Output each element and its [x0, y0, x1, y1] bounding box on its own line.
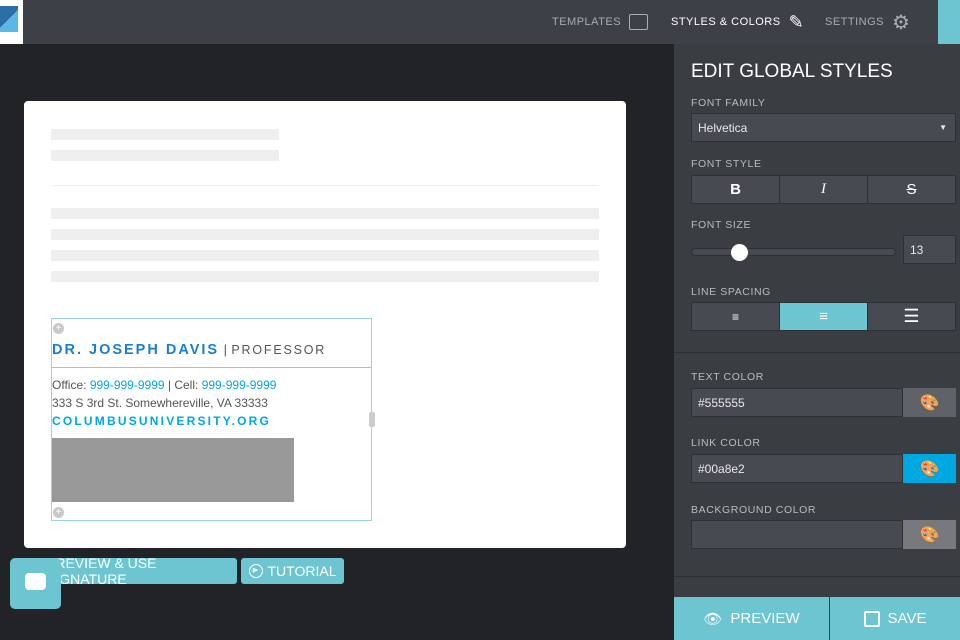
line-spacing-wide[interactable]: ☰	[868, 303, 955, 330]
signature-block[interactable]: + DR. JOSEPH DAVIS | PROFESSOR Office: 9…	[51, 318, 375, 521]
background-color-picker-button[interactable]: 🎨	[903, 520, 956, 549]
link-color-label: LINK COLOR	[691, 437, 761, 449]
button-label: PREVIEW & USE SIGNATURE	[46, 555, 157, 587]
save-icon	[863, 610, 880, 627]
signature-title: PROFESSOR	[231, 343, 327, 357]
italic-button[interactable]: I	[780, 176, 868, 203]
nav-label: TEMPLATES	[552, 16, 622, 28]
line-spacing-tight[interactable]: ≡	[692, 303, 780, 330]
tutorial-button[interactable]: ▶ TUTORIAL	[241, 558, 344, 584]
link-color-input[interactable]: #00a8e2	[691, 454, 903, 483]
nav-templates[interactable]: TEMPLATES	[552, 0, 649, 44]
panel-title: EDIT GLOBAL STYLES	[691, 61, 893, 82]
font-family-label: FONT FAMILY	[691, 97, 766, 109]
background-color-label: BACKGROUND COLOR	[691, 504, 817, 516]
save-button[interactable]: SAVE	[830, 597, 960, 640]
gear-icon: ⚙	[892, 11, 911, 34]
signature-header: DR. JOSEPH DAVIS | PROFESSOR	[52, 341, 326, 359]
select-value: Helvetica	[698, 120, 748, 135]
button-label: PREVIEW	[730, 610, 800, 627]
bold-button[interactable]: B	[692, 176, 780, 203]
pencil-ruler-icon: ✎	[788, 11, 805, 32]
preview-use-signature-button[interactable]: PREVIEW & USE SIGNATURE	[46, 555, 237, 587]
cell-label: | Cell:	[167, 378, 199, 392]
signature-name: DR. JOSEPH DAVIS	[52, 342, 220, 358]
menu-button[interactable]	[938, 0, 960, 44]
palette-icon: 🎨	[919, 394, 940, 412]
line-spacing-group: ≡ ≡ ☰	[691, 302, 956, 331]
text-color-picker-button[interactable]: 🎨	[903, 388, 956, 417]
play-icon: ▶	[248, 564, 263, 578]
palette-icon: 🎨	[919, 526, 940, 544]
address: 333 S 3rd St. Somewhereville, VA 33333	[52, 396, 268, 410]
link-color-value: #00a8e2	[698, 461, 745, 476]
resize-handle[interactable]	[369, 412, 375, 427]
slider-thumb[interactable]	[731, 244, 748, 261]
separator: |	[223, 342, 227, 357]
logo[interactable]	[0, 0, 23, 44]
line-spacing-medium[interactable]: ≡	[780, 303, 868, 330]
font-style-label: FONT STYLE	[691, 158, 762, 170]
add-row-icon[interactable]: +	[53, 507, 64, 518]
office-phone-link[interactable]: 999-999-9999	[90, 378, 165, 392]
button-label: TUTORIAL	[267, 563, 337, 579]
office-label: Office:	[52, 378, 87, 392]
font-style-group: B I S	[691, 175, 956, 204]
nav-styles-colors[interactable]: STYLES & COLORS ✎	[671, 0, 804, 44]
cell-phone-link[interactable]: 999-999-9999	[202, 378, 277, 392]
nav-settings[interactable]: SETTINGS ⚙	[825, 0, 910, 44]
strikethrough-button[interactable]: S	[868, 176, 955, 203]
line-spacing-label: LINE SPACING	[691, 286, 771, 298]
eye-icon: 👁	[703, 610, 723, 628]
templates-icon	[629, 14, 649, 30]
chat-button[interactable]	[10, 558, 61, 609]
palette-icon: 🎨	[919, 460, 940, 478]
phone-line: Office: 999-999-9999 | Cell: 999-999-999…	[52, 378, 276, 392]
preview-button[interactable]: 👁 PREVIEW	[674, 597, 829, 640]
background-color-input[interactable]	[691, 520, 903, 549]
font-size-slider[interactable]	[691, 248, 896, 256]
top-bar: TEMPLATES STYLES & COLORS ✎ SETTINGS ⚙	[0, 0, 960, 44]
website-link[interactable]: COLUMBUSUNIVERSITY.ORG	[52, 414, 271, 428]
link-color-picker-button[interactable]: 🎨	[903, 454, 956, 483]
font-size-input[interactable]: 13	[903, 235, 956, 264]
styles-panel: EDIT GLOBAL STYLES FONT FAMILY Helvetica…	[674, 44, 960, 640]
button-label: SAVE	[887, 610, 927, 627]
font-size-value: 13	[910, 242, 924, 257]
text-color-input[interactable]: #555555	[691, 388, 903, 417]
nav-label: STYLES & COLORS	[671, 16, 781, 28]
font-family-select[interactable]: Helvetica ▼	[691, 113, 956, 142]
font-size-label: FONT SIZE	[691, 219, 752, 231]
caret-down-icon: ▼	[939, 123, 947, 132]
nav-label: SETTINGS	[825, 16, 885, 28]
text-color-label: TEXT COLOR	[691, 371, 764, 383]
add-row-icon[interactable]: +	[53, 323, 64, 334]
text-color-value: #555555	[698, 395, 745, 410]
banner-image	[52, 438, 294, 502]
chat-bubble-icon	[25, 573, 46, 590]
